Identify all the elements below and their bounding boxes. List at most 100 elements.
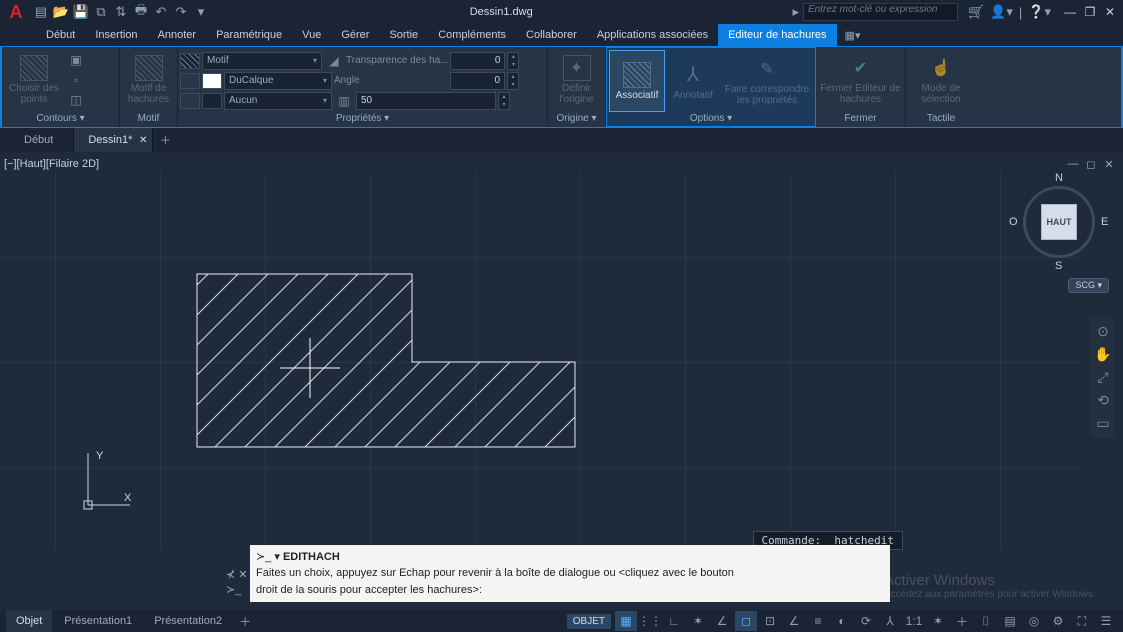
menu-sortie[interactable]: Sortie: [379, 24, 428, 46]
drawing-area[interactable]: [−][Haut][Filaire 2D] — ◻ ✕ Y X HAUT N S…: [0, 152, 1123, 610]
annomonitor-icon[interactable]: ＋: [951, 611, 973, 631]
viewcube-face[interactable]: HAUT: [1041, 204, 1077, 240]
hatch-pattern-button[interactable]: Motif de hachures: [122, 49, 175, 111]
viewport-label[interactable]: [−][Haut][Filaire 2D]: [4, 158, 99, 170]
otrack-icon[interactable]: ∠: [783, 611, 805, 631]
new-icon[interactable]: ▤: [32, 3, 50, 21]
new-tab-button[interactable]: ＋: [153, 128, 177, 152]
viewport-min-icon[interactable]: —: [1065, 158, 1081, 172]
viewport-close-icon[interactable]: ✕: [1101, 158, 1117, 172]
viewcube-south[interactable]: S: [1055, 260, 1062, 272]
units-icon[interactable]: ⌷: [975, 611, 997, 631]
panel-props-title[interactable]: Propriétés ▾: [180, 112, 545, 125]
ucs-badge[interactable]: SCG ▾: [1068, 278, 1109, 293]
minimize-button[interactable]: —: [1061, 4, 1079, 20]
undo-icon[interactable]: ↶: [152, 3, 170, 21]
restore-button[interactable]: ❐: [1081, 4, 1099, 20]
featured-apps-icon[interactable]: ▦▾: [837, 24, 869, 46]
close-button[interactable]: ✕: [1101, 4, 1119, 20]
scale-icon[interactable]: ▥: [334, 92, 354, 110]
hatch-type-combo[interactable]: Motif: [202, 52, 322, 70]
menu-vue[interactable]: Vue: [292, 24, 331, 46]
close-editor-button[interactable]: ✔ Fermer Editeur de hachures: [818, 49, 903, 111]
file-tab-dessin1[interactable]: Dessin1* ✕: [74, 128, 153, 152]
orbit-icon[interactable]: ⟲: [1097, 392, 1109, 409]
hatched-shape[interactable]: [150, 242, 750, 592]
saveas-icon[interactable]: ⧉: [92, 3, 110, 21]
osnap-toggle-icon[interactable]: ◻: [735, 611, 757, 631]
color-picker-icon[interactable]: ◢: [324, 52, 344, 70]
cleanscreen-icon[interactable]: ⛶: [1071, 611, 1093, 631]
associative-button[interactable]: Associatif: [609, 50, 665, 112]
recreate-icon[interactable]: ◫: [66, 91, 86, 109]
menu-collaborer[interactable]: Collaborer: [516, 24, 587, 46]
transparency-icon[interactable]: ◐: [831, 611, 853, 631]
open-icon[interactable]: 📂: [52, 3, 70, 21]
lineweight-icon[interactable]: ≡: [807, 611, 829, 631]
angle-spinner[interactable]: ▴▾: [507, 72, 519, 90]
scale-spinner[interactable]: ▴▾: [498, 92, 510, 110]
scale-input[interactable]: 50: [356, 92, 496, 110]
menu-annoter[interactable]: Annoter: [148, 24, 207, 46]
scale-list-icon[interactable]: 1:1: [903, 611, 925, 631]
plot-icon[interactable]: 🖶: [132, 3, 150, 21]
workspace-icon[interactable]: ✶: [927, 611, 949, 631]
panel-contours-title[interactable]: Contours ▾: [4, 112, 117, 125]
annoscale-icon[interactable]: ⅄: [879, 611, 901, 631]
match-props-button[interactable]: ✎ Faire correspondre les propriétés: [721, 50, 813, 112]
web-icon[interactable]: ⇅: [112, 3, 130, 21]
layout-add-icon[interactable]: ＋: [234, 611, 256, 631]
viewport-max-icon[interactable]: ◻: [1083, 158, 1099, 172]
qat-dropdown-icon[interactable]: ▾: [192, 3, 210, 21]
polar-toggle-icon[interactable]: ✶: [687, 611, 709, 631]
menu-apps[interactable]: Applications associées: [587, 24, 718, 46]
menu-hatch-editor[interactable]: Editeur de hachures: [718, 24, 836, 46]
pan-icon[interactable]: ✋: [1094, 346, 1111, 363]
menu-debut[interactable]: Début: [36, 24, 85, 46]
viewcube-east[interactable]: E: [1101, 216, 1108, 228]
background-combo[interactable]: Aucun: [224, 92, 332, 110]
hardware-icon[interactable]: ⚙: [1047, 611, 1069, 631]
viewcube[interactable]: HAUT N S E O: [1009, 172, 1109, 282]
panel-options-title[interactable]: Options ▾: [609, 112, 813, 125]
full-nav-icon[interactable]: ⊙: [1097, 323, 1109, 340]
search-input[interactable]: Entrez mot-clé ou expression: [803, 3, 958, 21]
annotative-button[interactable]: ⅄ Annotatif: [667, 50, 719, 112]
transparency-input[interactable]: 0: [450, 52, 505, 70]
select-icon[interactable]: ▣: [66, 51, 86, 69]
cmd-prompt-icon[interactable]: ≻_: [226, 583, 248, 596]
panel-origin-title[interactable]: Origine ▾: [550, 112, 603, 125]
isodraft-icon[interactable]: ∠: [711, 611, 733, 631]
layout-tab-pres1[interactable]: Présentation1: [54, 610, 142, 632]
space-label[interactable]: OBJET: [567, 614, 611, 629]
save-icon[interactable]: 💾: [72, 3, 90, 21]
close-tab-icon[interactable]: ✕: [139, 135, 147, 146]
snap-toggle-icon[interactable]: ⋮⋮: [639, 611, 661, 631]
file-tab-start[interactable]: Début: [10, 128, 74, 152]
pick-points-button[interactable]: Choisir des points: [4, 49, 64, 111]
layer-combo[interactable]: DuCalque: [224, 72, 332, 90]
signin-icon[interactable]: 👤▾: [990, 4, 1013, 20]
menu-gerer[interactable]: Gérer: [331, 24, 379, 46]
ortho-toggle-icon[interactable]: ∟: [663, 611, 685, 631]
zoom-extents-icon[interactable]: ⤢: [1097, 369, 1108, 386]
grid-toggle-icon[interactable]: ▦: [615, 611, 637, 631]
layout-tab-objet[interactable]: Objet: [6, 610, 52, 632]
menu-insertion[interactable]: Insertion: [85, 24, 147, 46]
customize-icon[interactable]: ☰: [1095, 611, 1117, 631]
menu-complements[interactable]: Compléments: [428, 24, 516, 46]
isolate-icon[interactable]: ◎: [1023, 611, 1045, 631]
command-line[interactable]: ≻_ ▾ EDITHACH Faites un choix, appuyez s…: [250, 545, 890, 602]
cart-icon[interactable]: 🛒: [968, 4, 984, 20]
set-origin-button[interactable]: ✦ Définir l'origine: [550, 49, 603, 111]
transparency-spinner[interactable]: ▴▾: [507, 52, 519, 70]
3dosnap-icon[interactable]: ⊡: [759, 611, 781, 631]
viewcube-west[interactable]: O: [1009, 216, 1018, 228]
app-logo[interactable]: A: [4, 2, 28, 22]
cycling-icon[interactable]: ⟳: [855, 611, 877, 631]
showmotion-icon[interactable]: ▭: [1096, 415, 1109, 432]
menu-parametrique[interactable]: Paramétrique: [206, 24, 292, 46]
help-icon[interactable]: ❔▾: [1028, 4, 1051, 20]
angle-input[interactable]: 0: [450, 72, 505, 90]
viewcube-north[interactable]: N: [1055, 172, 1063, 184]
